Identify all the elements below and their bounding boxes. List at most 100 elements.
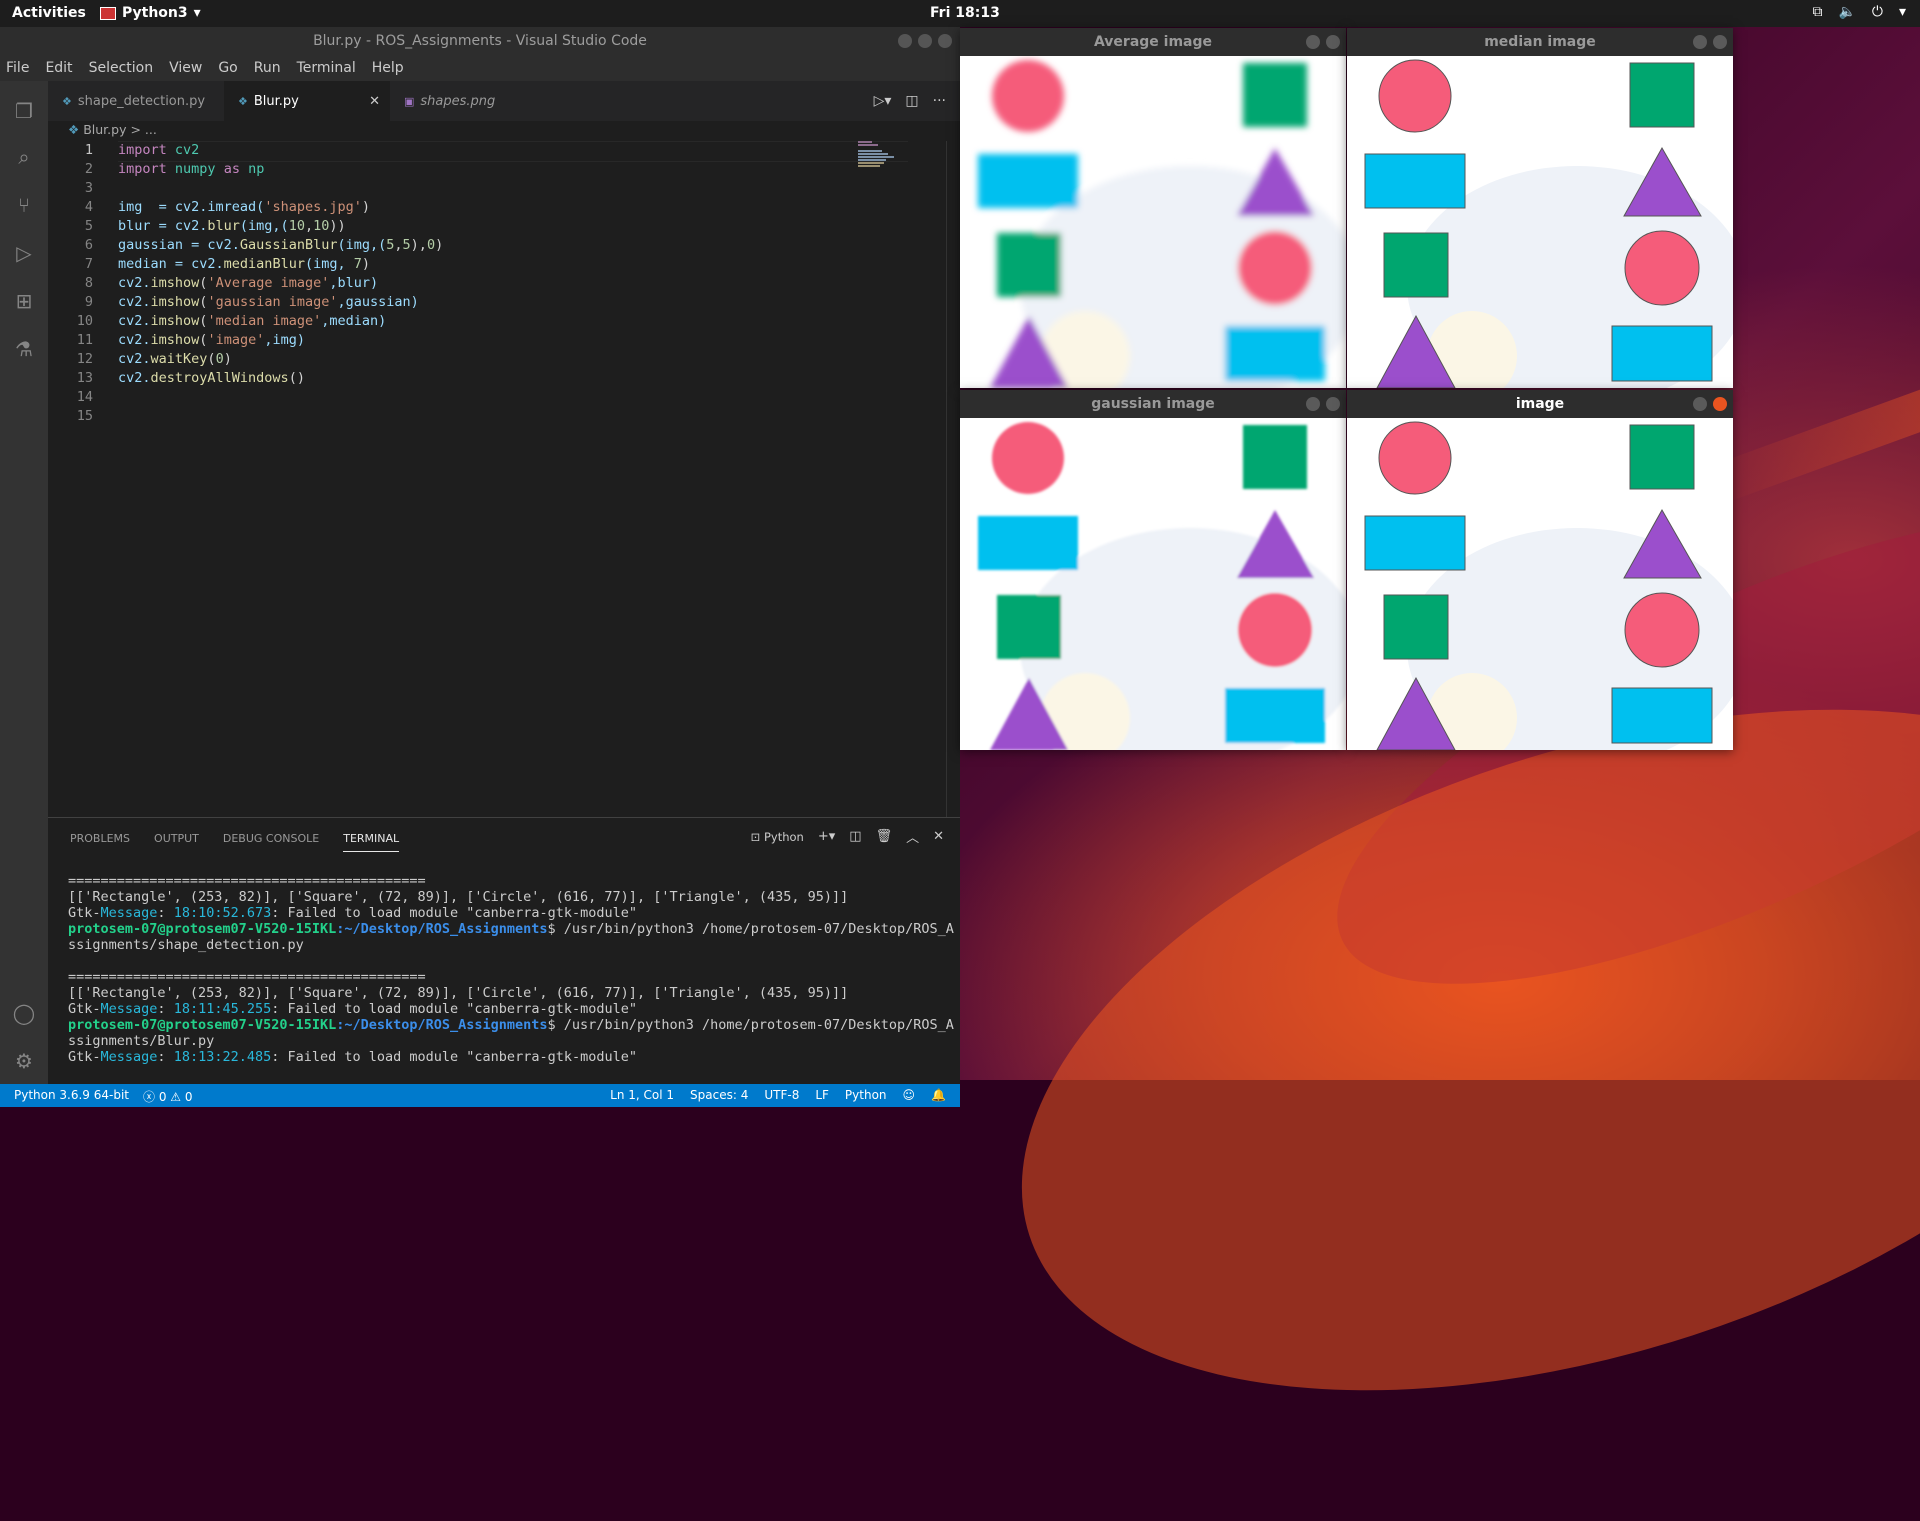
menu-help[interactable]: Help	[372, 60, 404, 76]
power-icon[interactable]: ⏻	[1872, 4, 1883, 20]
terminal-prompt-user: protosem-07@protosem07-V520-15IKL	[68, 1017, 337, 1033]
trash-icon[interactable]: 🗑	[876, 829, 893, 844]
square-shape	[1243, 63, 1307, 127]
code-line: cv2.imshow('Average image',blur)	[118, 275, 378, 291]
code-editor[interactable]: 1 2 3 4 5 6 7 8 9 10 11 12 13 14 15 impo…	[48, 141, 960, 817]
tab-problems[interactable]: PROBLEMS	[70, 832, 130, 852]
run-debug-icon[interactable]: ▷	[12, 241, 36, 265]
maximize-panel-icon[interactable]: ︿	[906, 827, 919, 846]
close-button[interactable]	[1713, 35, 1727, 49]
code-text: ,blur)	[329, 275, 379, 291]
editor-actions: ▷▾ ◫ ···	[874, 93, 946, 109]
split-terminal-icon[interactable]: ◫	[849, 829, 861, 844]
minimize-button[interactable]	[1693, 397, 1707, 411]
breadcrumb[interactable]: ❖ Blur.py > ...	[68, 119, 157, 141]
line-number: 2	[84, 161, 93, 177]
panel-tabs: PROBLEMS OUTPUT DEBUG CONSOLE TERMINAL	[70, 832, 400, 852]
search-icon[interactable]: ⌕	[12, 145, 36, 169]
volume-icon[interactable]: 🔈	[1838, 4, 1855, 20]
minimap[interactable]	[858, 141, 898, 171]
code-line: cv2.waitKey(0)	[118, 351, 232, 367]
close-icon[interactable]: ✕	[369, 94, 380, 109]
python-interpreter[interactable]: Python 3.6.9 64-bit	[14, 1088, 129, 1105]
tab-blur[interactable]: ❖ Blur.py ✕	[224, 81, 390, 121]
activities-button[interactable]: Activities	[12, 5, 86, 21]
code-text: ))	[329, 218, 346, 234]
image-window-original[interactable]: image	[1347, 390, 1733, 750]
system-tray[interactable]: ⧉ 🔈 ⏻ ▾	[1812, 4, 1906, 20]
number-literal: 10	[288, 218, 305, 234]
close-button[interactable]	[938, 34, 952, 48]
image-window-gaussian[interactable]: gaussian image	[960, 390, 1346, 750]
line-number: 11	[76, 332, 93, 348]
function-name: imshow	[150, 332, 200, 348]
terminal-line: ========================================…	[68, 873, 426, 889]
add-terminal-icon[interactable]: +▾	[818, 829, 835, 844]
circle-shape	[1378, 421, 1452, 495]
chevron-down-icon[interactable]: ▾	[1899, 4, 1906, 20]
close-button[interactable]	[1713, 397, 1727, 411]
close-icon[interactable]: ✕	[933, 829, 944, 844]
split-editor-icon[interactable]: ◫	[905, 93, 918, 109]
close-button[interactable]	[1326, 35, 1340, 49]
module-name: numpy	[166, 161, 216, 177]
menu-terminal[interactable]: Terminal	[297, 60, 356, 76]
gear-icon[interactable]: ⚙	[12, 1049, 36, 1073]
line-ending[interactable]: LF	[815, 1088, 829, 1102]
minimize-button[interactable]	[1306, 35, 1320, 49]
image-window-titlebar[interactable]: median image	[1347, 28, 1733, 56]
menu-file[interactable]: File	[6, 60, 29, 76]
minimize-button[interactable]	[1306, 397, 1320, 411]
menu-view[interactable]: View	[169, 60, 202, 76]
terminal-output[interactable]: ========================================…	[68, 873, 958, 1065]
image-window-average[interactable]: Average image	[960, 28, 1346, 388]
more-actions-icon[interactable]: ···	[933, 93, 946, 109]
line-number: 5	[84, 218, 93, 234]
window-title: Blur.py - ROS_Assignments - Visual Studi…	[0, 27, 960, 55]
editor-scrollbar[interactable]	[946, 141, 947, 817]
app-menu[interactable]: Python3 ▾	[100, 5, 201, 21]
feedback-icon[interactable]: ☺	[903, 1088, 916, 1102]
image-window-titlebar[interactable]: image	[1347, 390, 1733, 418]
terminal-selector[interactable]: ⊡ Python	[751, 830, 804, 844]
status-bar: Python 3.6.9 64-bit ⓧ 0 ⚠ 0 Ln 1, Col 1 …	[0, 1084, 960, 1107]
tab-debug-console[interactable]: DEBUG CONSOLE	[223, 832, 319, 852]
code-text: blur = cv2.	[118, 218, 208, 234]
encoding[interactable]: UTF-8	[764, 1088, 799, 1102]
breadcrumb-path[interactable]: Blur.py > ...	[83, 122, 157, 137]
problems-indicator[interactable]: ⓧ 0 ⚠ 0	[143, 1088, 192, 1105]
tab-shapes-png[interactable]: ▣ shapes.png	[390, 81, 516, 121]
menu-selection[interactable]: Selection	[89, 60, 154, 76]
menu-run[interactable]: Run	[254, 60, 281, 76]
indentation[interactable]: Spaces: 4	[690, 1088, 748, 1102]
image-window-titlebar[interactable]: Average image	[960, 28, 1346, 56]
minimize-button[interactable]	[898, 34, 912, 48]
run-icon[interactable]: ▷▾	[874, 93, 892, 109]
bell-icon[interactable]: 🔔	[931, 1088, 946, 1102]
extensions-icon[interactable]: ⊞	[12, 289, 36, 313]
cursor-position[interactable]: Ln 1, Col 1	[610, 1088, 674, 1102]
terminal-line: Gtk-Message: 18:11:45.255: Failed to loa…	[68, 1001, 958, 1017]
terminal-line: Gtk-Message: 18:13:22.485: Failed to loa…	[68, 1049, 958, 1065]
menu-go[interactable]: Go	[218, 60, 237, 76]
terminal-text: Gtk-	[68, 1001, 101, 1017]
line-number: 3	[84, 180, 93, 196]
network-icon[interactable]: ⧉	[1812, 4, 1822, 20]
maximize-button[interactable]	[918, 34, 932, 48]
minimize-button[interactable]	[1693, 35, 1707, 49]
tab-terminal[interactable]: TERMINAL	[343, 832, 400, 852]
square-shape	[1383, 594, 1449, 660]
image-window-title: gaussian image	[1091, 396, 1215, 412]
tab-output[interactable]: OUTPUT	[154, 832, 199, 852]
close-button[interactable]	[1326, 397, 1340, 411]
clock[interactable]: Fri 18:13	[930, 5, 1000, 21]
menu-edit[interactable]: Edit	[45, 60, 72, 76]
explorer-icon[interactable]: ❐	[12, 99, 36, 123]
account-icon[interactable]: ◯	[12, 1001, 36, 1025]
image-window-median[interactable]: median image	[1347, 28, 1733, 388]
language-mode[interactable]: Python	[845, 1088, 887, 1102]
testing-icon[interactable]: ⚗	[12, 337, 36, 361]
tab-shape-detection[interactable]: ❖ shape_detection.py	[48, 81, 224, 121]
source-control-icon[interactable]: ⑂	[12, 193, 36, 217]
image-window-titlebar[interactable]: gaussian image	[960, 390, 1346, 418]
